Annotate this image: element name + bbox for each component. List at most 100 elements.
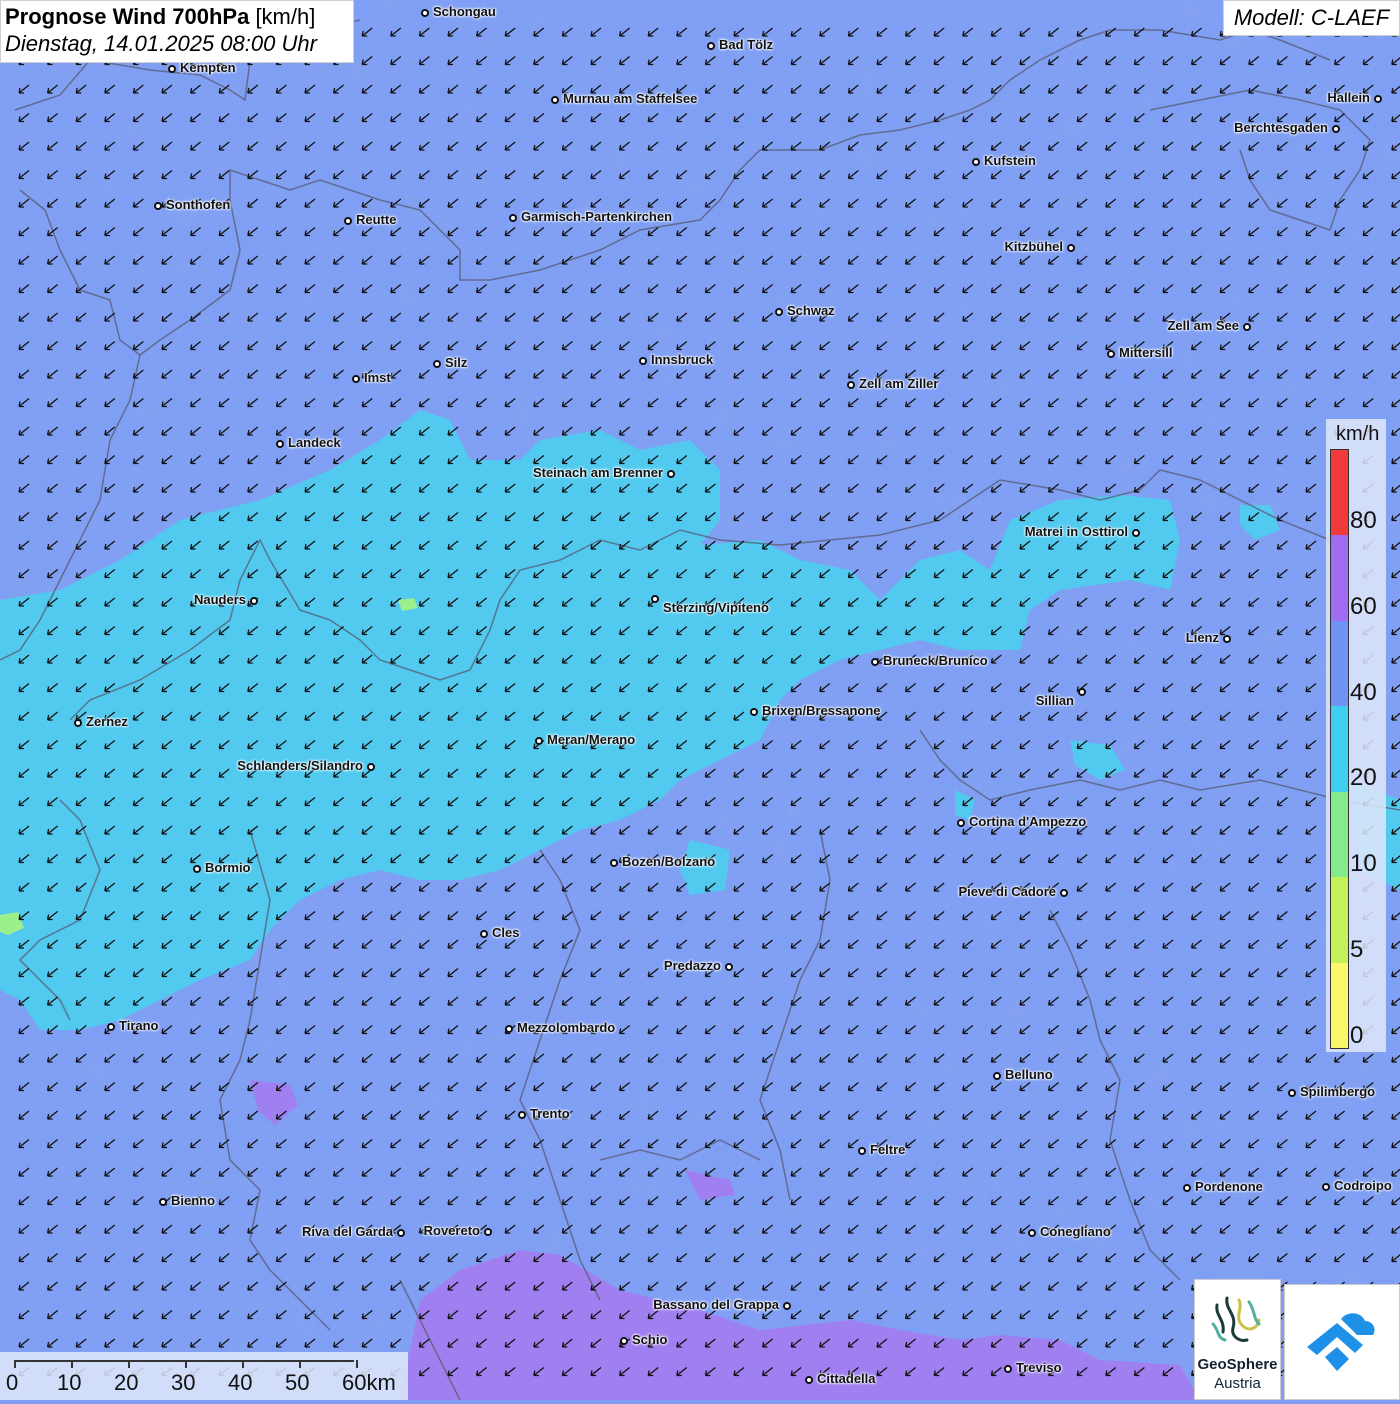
city-label: Silz (445, 355, 468, 370)
city-marker[interactable] (1067, 244, 1075, 252)
city-marker[interactable] (154, 202, 162, 210)
city-marker[interactable] (1288, 1089, 1296, 1097)
city-marker[interactable] (535, 737, 543, 745)
city-marker[interactable] (551, 96, 559, 104)
city-marker[interactable] (1183, 1184, 1191, 1192)
city-marker[interactable] (1060, 889, 1068, 897)
city-marker[interactable] (1132, 529, 1140, 537)
city-marker[interactable] (1243, 323, 1251, 331)
city-label: Kitzbühel (1004, 239, 1064, 254)
city-marker[interactable] (993, 1072, 1001, 1080)
city-label: Rovereto (423, 1223, 480, 1238)
city-label: Kufstein (984, 153, 1036, 168)
city-marker[interactable] (344, 217, 352, 225)
scale-label: 10 (57, 1370, 82, 1395)
scale-label: 50 (285, 1370, 310, 1395)
city-marker[interactable] (847, 381, 855, 389)
city-marker[interactable] (805, 1376, 813, 1384)
city-marker[interactable] (1078, 688, 1086, 696)
city-label: Pieve di Cadore (958, 884, 1056, 899)
city-label: Trento (530, 1106, 570, 1121)
city-label: Predazzo (663, 958, 721, 973)
city-marker[interactable] (871, 658, 879, 666)
city-label: Reutte (356, 212, 397, 227)
city-label: Belluno (1005, 1067, 1053, 1082)
scale-label: 60km (342, 1370, 396, 1395)
legend-swatch (1331, 791, 1348, 878)
city-label: Zell am See (1167, 318, 1239, 333)
city-label: Riva del Garda (301, 1224, 393, 1239)
city-marker[interactable] (610, 859, 618, 867)
city-marker[interactable] (972, 158, 980, 166)
city-marker[interactable] (725, 963, 733, 971)
weather-app-icon (1307, 1313, 1375, 1371)
scale-tick (14, 1360, 16, 1368)
city-marker[interactable] (397, 1229, 405, 1237)
legend-label: 80 (1350, 507, 1377, 534)
city-label: Treviso (1016, 1360, 1062, 1375)
city-marker[interactable] (433, 360, 441, 368)
city-marker[interactable] (620, 1337, 628, 1345)
legend-label: 60 (1350, 592, 1377, 620)
legend-label: 0 (1350, 1021, 1364, 1049)
legend-swatch (1331, 962, 1348, 1048)
city-marker[interactable] (484, 1228, 492, 1236)
city-label: Hallein (1327, 90, 1370, 105)
city-marker[interactable] (1332, 125, 1340, 133)
city-marker[interactable] (352, 375, 360, 383)
city-label: Mezzolombardo (517, 1020, 616, 1035)
city-label: Meran/Merano (547, 732, 636, 747)
city-marker[interactable] (667, 470, 675, 478)
city-marker[interactable] (1107, 350, 1115, 358)
city-marker[interactable] (168, 65, 176, 73)
city-marker[interactable] (651, 595, 659, 603)
legend-swatch (1331, 877, 1348, 963)
city-marker[interactable] (858, 1147, 866, 1155)
legend-label: 40 (1350, 678, 1377, 706)
scale-tick (185, 1360, 187, 1368)
city-label: Sterzing/Vipiteno (663, 600, 769, 615)
city-marker[interactable] (639, 357, 647, 365)
city-marker[interactable] (1322, 1183, 1330, 1191)
city-marker[interactable] (707, 42, 715, 50)
scale-label: 0 (6, 1370, 19, 1395)
city-marker[interactable] (1028, 1229, 1036, 1237)
city-marker[interactable] (518, 1111, 526, 1119)
legend: km/h 80 60 40 20 10 5 0 (1326, 419, 1386, 1052)
city-label: Sillian (1035, 693, 1074, 708)
scale-tick (242, 1360, 244, 1368)
city-label: Innsbruck (651, 352, 714, 367)
title-box: Prognose Wind 700hPa [km/h] Dienstag, 14… (0, 0, 354, 63)
city-marker[interactable] (367, 763, 375, 771)
city-marker[interactable] (159, 1198, 167, 1206)
forecast-datetime: Dienstag, 14.01.2025 08:00 Uhr (5, 31, 317, 56)
weather-app-logo[interactable] (1284, 1284, 1400, 1400)
city-marker[interactable] (480, 930, 488, 938)
city-marker[interactable] (783, 1302, 791, 1310)
city-marker[interactable] (276, 440, 284, 448)
city-label: Lienz (1185, 630, 1219, 645)
city-label: Zernez (86, 714, 128, 729)
city-marker[interactable] (1374, 95, 1382, 103)
city-marker[interactable] (250, 597, 258, 605)
scale-bar: 0 10 20 30 40 50 60km (0, 1352, 408, 1400)
city-marker[interactable] (775, 308, 783, 316)
city-marker[interactable] (421, 9, 429, 17)
city-marker[interactable] (750, 708, 758, 716)
city-marker[interactable] (509, 214, 517, 222)
city-marker[interactable] (193, 865, 201, 873)
city-label: Zell am Ziller (859, 376, 939, 391)
city-marker[interactable] (505, 1025, 513, 1033)
city-marker[interactable] (107, 1023, 115, 1031)
city-label: Bormio (205, 860, 251, 875)
city-marker[interactable] (957, 819, 965, 827)
geosphere-logo[interactable]: GeoSphere Austria (1194, 1279, 1281, 1400)
legend-label: 20 (1350, 764, 1377, 792)
city-marker[interactable] (74, 719, 82, 727)
city-marker[interactable] (1004, 1365, 1012, 1373)
city-label: Schio (632, 1332, 668, 1347)
legend-unit: km/h (1336, 423, 1380, 445)
city-marker[interactable] (1223, 635, 1231, 643)
city-label: Schongau (433, 4, 496, 19)
city-label: Landeck (288, 435, 341, 450)
